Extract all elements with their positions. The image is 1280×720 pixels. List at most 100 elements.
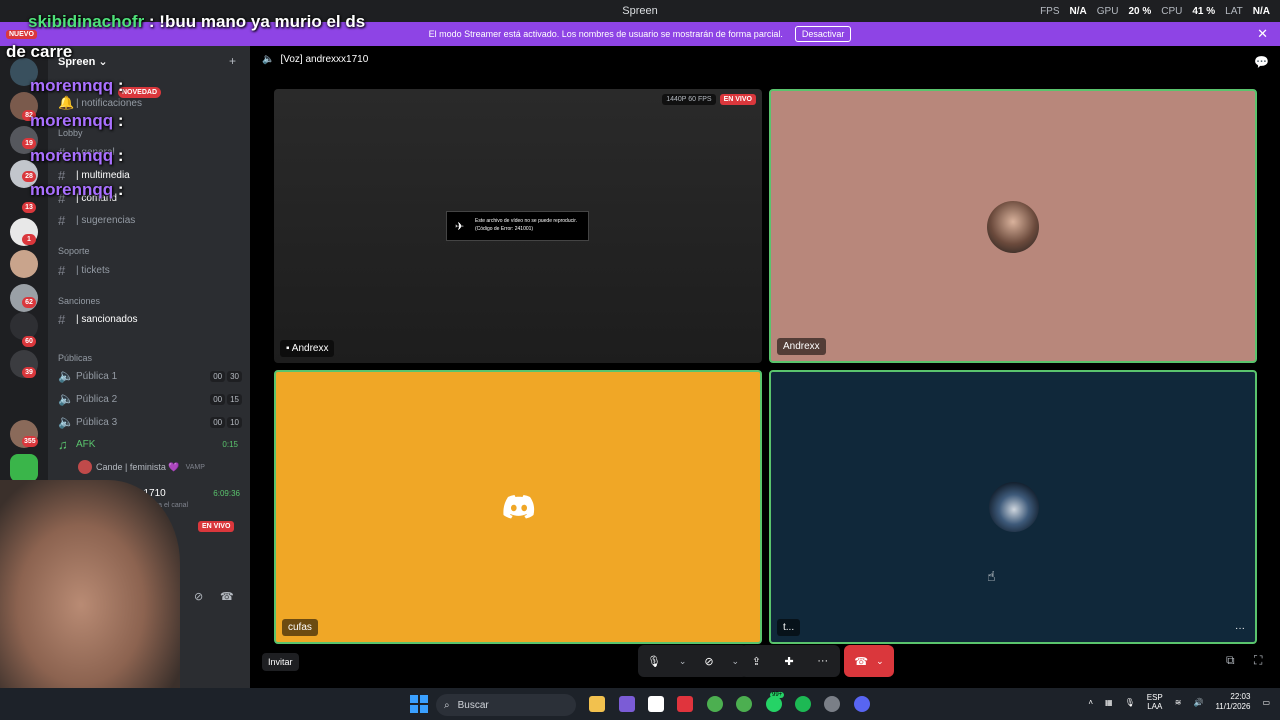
more-options-icon[interactable]: ··· <box>1235 623 1245 634</box>
chat-message: de carre <box>6 42 72 62</box>
chevron-down-icon[interactable]: ⌄ <box>679 656 687 667</box>
deactivate-button[interactable]: Desactivar <box>794 26 852 42</box>
video-tile-t[interactable]: t... ··· ☝ <box>769 370 1257 644</box>
notification-icon[interactable]: ▭ <box>1262 698 1270 707</box>
server-icon[interactable] <box>10 250 38 278</box>
stream-quality: 1440P 60 FPS EN VIVO <box>662 94 756 105</box>
lat-label: LAT <box>1225 5 1243 17</box>
error-code: (Código de Error: 241001) <box>475 225 534 232</box>
banner-text: El modo Streamer está activado. Los nomb… <box>428 29 783 39</box>
channel-label: | sugerencias <box>76 214 136 226</box>
network-icon[interactable]: ▦ <box>1105 698 1113 707</box>
channel-label: Pública 1 <box>76 370 118 382</box>
windows-start-icon[interactable] <box>410 695 428 713</box>
channel-label: AFK <box>76 438 96 450</box>
unread-badge: 1 <box>22 234 36 245</box>
taskbar-search[interactable]: ⌕ Buscar <box>436 694 576 716</box>
chevron-up-icon[interactable]: ˄ <box>1088 698 1093 707</box>
screen-share-icon[interactable]: ⇪ <box>752 655 761 668</box>
voice-channel-publica-2[interactable]: 🔈 Pública 2 00 15 <box>58 390 248 408</box>
lat-value: N/A <box>1252 5 1270 17</box>
hash-icon: # <box>58 262 66 278</box>
app-icon[interactable] <box>619 696 635 712</box>
category-sanciones[interactable]: Sanciones <box>58 296 100 306</box>
perf-overlay: FPS N/A GPU 20 % CPU 41 % LAT N/A <box>1040 0 1270 22</box>
microphone-icon[interactable]: 🎙 <box>1125 698 1135 707</box>
chat-message: morennqq : <box>30 180 124 200</box>
new-badge: NOVEDAD <box>118 87 162 98</box>
fps-label: FPS <box>1040 5 1060 17</box>
video-tile-stream[interactable]: 1440P 60 FPS EN VIVO ✈ Este archivo de v… <box>274 89 762 363</box>
file-explorer-icon[interactable] <box>589 696 605 712</box>
phone-hangup-icon: ☎ <box>854 655 869 668</box>
clock[interactable]: 22:03 11/1/2026 <box>1215 692 1250 713</box>
media-controls: 🎙 ⌄ ⊘ ⌄ <box>638 645 748 677</box>
unread-badge: 62 <box>22 297 36 308</box>
voice-channel-publica-1[interactable]: 🔈 Pública 1 00 30 <box>58 367 248 385</box>
chrome-icon[interactable] <box>707 696 723 712</box>
camera-off-icon[interactable]: ⊘ <box>704 655 713 668</box>
live-badge: EN VIVO <box>198 521 235 532</box>
popout-icon[interactable]: ⧉ <box>1226 653 1235 668</box>
broken-video-icon: ✈ <box>455 221 465 233</box>
store-icon[interactable] <box>648 696 664 712</box>
chevron-down-icon[interactable]: ⌄ <box>731 656 739 667</box>
tile-username: t... <box>777 619 801 636</box>
video-tile-cufas[interactable]: cufas <box>274 370 762 644</box>
fullscreen-icon[interactable]: ⛶ <box>1254 653 1262 668</box>
chat-user: morennqq <box>30 111 114 130</box>
chat-icon[interactable]: 💬 <box>1254 55 1269 69</box>
video-tile-andrexx[interactable]: Andrexx <box>769 89 1257 363</box>
chat-message: morennqq : <box>30 111 124 131</box>
whatsapp-icon[interactable] <box>766 696 782 712</box>
wifi-icon[interactable]: ≋ <box>1175 698 1182 707</box>
voice-user-cande[interactable]: Cande | feminista 💜 VAMP <box>78 458 243 476</box>
search-placeholder: Buscar <box>457 699 489 711</box>
unread-badge: 355 <box>22 436 38 447</box>
category-publicas[interactable]: Públicas <box>58 353 92 363</box>
microphone-icon[interactable]: 🎙 <box>647 655 661 668</box>
invite-button[interactable]: Invitar <box>262 653 299 671</box>
category-soporte[interactable]: Soporte <box>58 246 90 256</box>
webcam-overlay <box>0 480 180 688</box>
channel-sugerencias[interactable]: # | sugerencias <box>58 211 248 229</box>
voice-channel-publica-3[interactable]: 🔈 Pública 3 00 10 <box>58 413 248 431</box>
error-text: Este archivo de vídeo no se puede reprod… <box>475 218 578 224</box>
speaker-icon: 🔈 <box>58 368 75 383</box>
spotify-icon[interactable] <box>795 696 811 712</box>
server-icon[interactable] <box>10 454 38 482</box>
hangup-button[interactable]: ☎ ⌄ <box>844 645 894 677</box>
channel-sancionados[interactable]: # | sancionados <box>58 310 248 328</box>
voice-channel-afk[interactable]: ♫ AFK 0:15 <box>58 435 248 453</box>
user-limit: 00 10 <box>210 416 242 428</box>
activities-icon[interactable]: ✚ <box>784 655 793 668</box>
volume-icon[interactable]: 🔊 <box>1193 698 1203 707</box>
tile-username: Andrexx <box>777 338 826 355</box>
channel-label: Pública 2 <box>76 393 118 405</box>
voice-header: 🔈 [Voz] andrexxx1710 <box>262 54 368 65</box>
activity-controls: ⇪ ✚ ··· <box>740 645 840 677</box>
disconnect-icon[interactable]: ☎ <box>220 590 234 603</box>
more-icon[interactable]: ··· <box>817 655 828 667</box>
chat-user: skibidinachofr <box>28 12 145 31</box>
self-timer: 6:09:36 <box>213 488 240 498</box>
language-indicator[interactable]: ESP LAA <box>1147 693 1163 712</box>
channel-tickets[interactable]: # | tickets <box>58 261 248 279</box>
close-icon[interactable]: ✕ <box>1257 26 1268 42</box>
notification-badge: 99+ <box>770 692 785 698</box>
user-limit: 00 15 <box>210 393 242 405</box>
add-member-icon[interactable]: + <box>229 54 236 68</box>
chat-user: morennqq <box>30 146 114 165</box>
speaker-icon: 🔈 <box>58 414 75 429</box>
speaker-icon: 🔈 <box>262 54 275 65</box>
app-icon[interactable] <box>824 696 840 712</box>
chat-text: : <box>113 180 124 199</box>
discord-icon[interactable] <box>854 696 870 712</box>
mute-icon[interactable]: ⊘ <box>194 590 203 603</box>
live-badge: EN VIVO <box>719 94 756 105</box>
discord-logo-icon <box>503 495 535 519</box>
app-icon[interactable] <box>677 696 693 712</box>
chat-user: morennqq <box>30 180 114 199</box>
chrome-icon[interactable] <box>736 696 752 712</box>
user-limit: 00 30 <box>210 370 242 382</box>
